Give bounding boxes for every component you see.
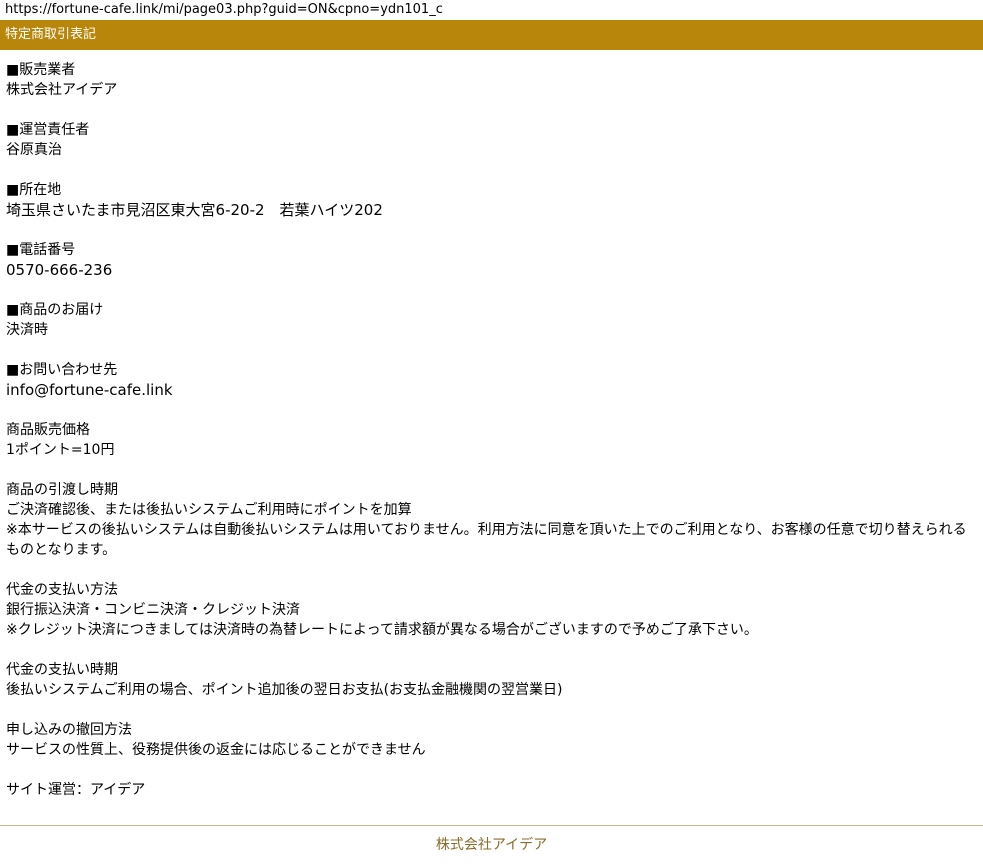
contact-email: info@fortune-cafe.link [6, 381, 173, 399]
section-handover: 商品の引渡し時期 ご決済確認後、または後払いシステムご利用時にポイントを加算 ※… [6, 480, 983, 560]
handover-line-1: ご決済確認後、または後払いシステムご利用時にポイントを加算 [6, 502, 412, 518]
address-value: 埼玉県さいたま市見沼区東大宮6-20-2 若葉ハイツ202 [6, 201, 383, 219]
withdrawal-heading: 申し込みの撤回方法 [6, 722, 132, 738]
section-seller: ■販売業者 株式会社アイデア [6, 60, 983, 100]
section-payment-timing: 代金の支払い時期 後払いシステムご利用の場合、ポイント追加後の翌日お支払(お支払… [6, 660, 983, 700]
section-payment-method: 代金の支払い方法 銀行振込決済・コンビニ決済・クレジット決済 ※クレジット決済に… [6, 580, 983, 640]
price-heading: 商品販売価格 [6, 422, 90, 438]
seller-heading: ■販売業者 [6, 62, 76, 78]
withdrawal-value: サービスの性質上、役務提供後の返金には応じることができません [6, 742, 426, 758]
section-contact: ■お問い合わせ先 info@fortune-cafe.link [6, 360, 983, 400]
footer-company: 株式会社アイデア [435, 837, 548, 853]
section-phone: ■電話番号 0570-666-236 [6, 240, 983, 280]
payment-method-line-2: ※クレジット決済につきましては決済時の為替レートによって請求額が異なる場合がござ… [6, 622, 758, 638]
section-delivery: ■商品のお届け 決済時 [6, 300, 983, 340]
section-withdrawal: 申し込みの撤回方法 サービスの性質上、役務提供後の返金には応じることができません [6, 720, 983, 760]
payment-timing-value: 後払いシステムご利用の場合、ポイント追加後の翌日お支払(お支払金融機関の翌営業日… [6, 682, 563, 698]
operator-text: サイト運営：アイデア [6, 782, 146, 798]
payment-method-line-1: 銀行振込決済・コンビニ決済・クレジット決済 [6, 602, 300, 618]
seller-value: 株式会社アイデア [6, 82, 118, 98]
section-address: ■所在地 埼玉県さいたま市見沼区東大宮6-20-2 若葉ハイツ202 [6, 180, 983, 220]
section-manager: ■運営責任者 谷原真治 [6, 120, 983, 160]
page-title: 特定商取引表記 [5, 27, 97, 42]
delivery-heading: ■商品のお届け [6, 302, 104, 318]
price-value: 1ポイント=10円 [6, 442, 115, 458]
address-bar-url[interactable]: https://fortune-cafe.link/mi/page03.php?… [0, 0, 983, 20]
manager-heading: ■運営責任者 [6, 122, 90, 138]
section-price: 商品販売価格 1ポイント=10円 [6, 420, 983, 460]
payment-timing-heading: 代金の支払い時期 [6, 662, 118, 678]
payment-method-heading: 代金の支払い方法 [6, 582, 118, 598]
section-operator: サイト運営：アイデア [6, 780, 983, 800]
contact-heading: ■お問い合わせ先 [6, 362, 118, 378]
footer-divider [0, 825, 983, 826]
phone-heading: ■電話番号 [6, 242, 76, 258]
manager-value: 谷原真治 [6, 142, 62, 158]
handover-line-2: ※本サービスの後払いシステムは自動後払いシステムは用いておりません。利用方法に同… [6, 522, 967, 558]
delivery-value: 決済時 [6, 322, 48, 338]
disclosure-content: ■販売業者 株式会社アイデア ■運営責任者 谷原真治 ■所在地 埼玉県さいたま市… [0, 50, 983, 800]
address-heading: ■所在地 [6, 182, 62, 198]
phone-value: 0570-666-236 [6, 261, 113, 279]
page-title-bar: 特定商取引表記 [0, 20, 983, 50]
handover-heading: 商品の引渡し時期 [6, 482, 118, 498]
